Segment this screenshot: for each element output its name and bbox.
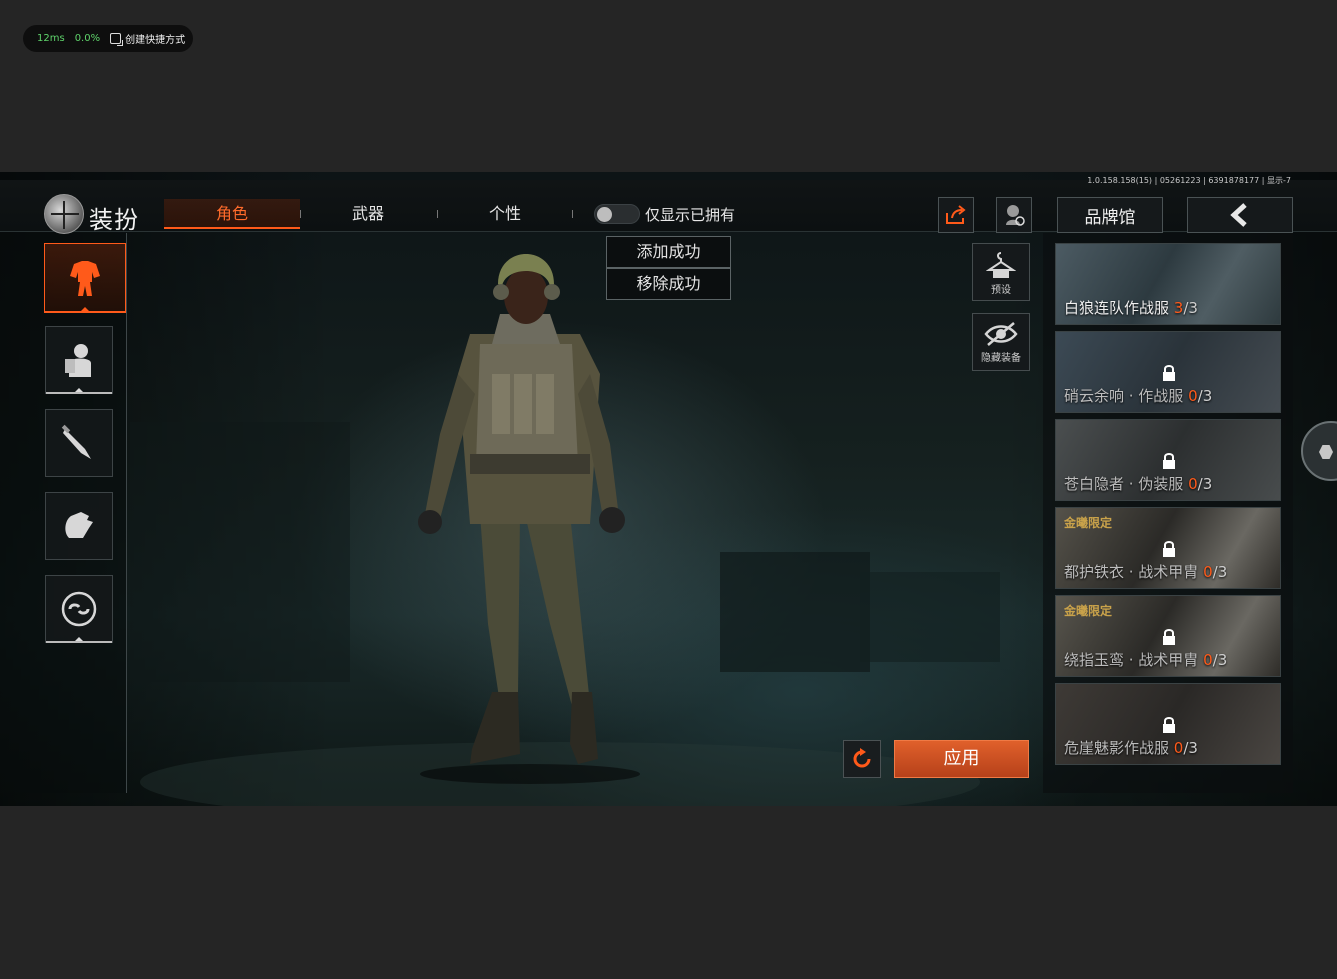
outfit-name: 白狼连队作战服 3/3 [1064,299,1198,317]
category-gloves[interactable] [45,492,113,560]
create-shortcut-label: 创建快捷方式 [125,35,186,46]
cpu-readout: 0.0% [74,33,101,44]
page-title: 装扮 [89,206,139,234]
outfit-name: 绕指玉鸾 · 战术甲胄 0/3 [1064,651,1228,669]
slot-indicator [75,388,83,392]
performance-overlay: 12ms 0.0% 创建快捷方式 [23,25,193,52]
category-sidebar [0,233,127,793]
lock-icon [1163,453,1175,469]
outfit-card[interactable]: 危崖魅影作战服 0/3 [1055,683,1281,765]
outfit-name: 危崖魅影作战服 0/3 [1064,739,1198,757]
toggle-knob [597,207,612,222]
latency-readout: 12ms [37,33,65,44]
tab-weapons[interactable]: 武器 [300,199,436,229]
outfit-icon [70,261,100,296]
shortcut-icon [110,33,124,46]
category-mask[interactable] [45,326,113,394]
lock-icon [1163,629,1175,645]
lock-icon [1163,365,1175,381]
game-viewport: 装扮 角色 武器 个性 仅显示已拥有 品牌馆 1.0.158.158(15) |… [0,172,1337,806]
slot-underline [46,641,112,643]
lock-icon [1163,717,1175,733]
outfit-card[interactable]: 白狼连队作战服 3/3 [1055,243,1281,325]
share-icon [946,205,966,224]
outfit-name: 苍白隐者 · 伪装服 0/3 [1064,475,1213,493]
category-melee[interactable] [45,409,113,477]
outfit-card[interactable]: 硝云余响 · 作战服 0/3 [1055,331,1281,413]
top-navigation-bar: 装扮 角色 武器 个性 仅显示已拥有 品牌馆 [0,180,1337,234]
profile-swap-icon [1006,205,1025,226]
category-outfit[interactable] [44,243,126,313]
apply-button[interactable]: 应用 [894,740,1029,778]
hide-gear-button[interactable]: 隐藏装备 [972,313,1030,371]
slot-underline [46,392,112,394]
limited-tag: 金曦限定 [1064,604,1113,618]
outfit-card[interactable]: 苍白隐者 · 伪装服 0/3 [1055,419,1281,501]
toast-added: 添加成功 [606,236,731,268]
outfit-list: 白狼连队作战服 3/3 硝云余响 · 作战服 0/3 苍白隐者 · 伪装服 0/… [1043,233,1293,793]
outfit-name: 硝云余响 · 作战服 0/3 [1064,387,1213,405]
outfit-card[interactable]: 金曦限定 都护铁衣 · 战术甲胄 0/3 [1055,507,1281,589]
category-accessory[interactable] [45,575,113,643]
slot-indicator [75,637,83,641]
eye-slash-icon [984,321,1018,346]
brand-hall-button[interactable]: 品牌馆 [1057,197,1163,233]
show-owned-toggle[interactable] [594,204,640,224]
share-button[interactable] [938,197,974,233]
link-icon [61,591,97,627]
back-button[interactable] [1187,197,1293,233]
limited-tag: 金曦限定 [1064,516,1113,530]
slot-indicator [81,307,89,311]
toast-removed: 移除成功 [606,268,731,300]
lock-icon [1163,541,1175,557]
tab-personality[interactable]: 个性 [437,199,573,229]
show-owned-label: 仅显示已拥有 [645,206,736,224]
hide-gear-label: 隐藏装备 [981,352,1021,364]
brand-hall-label: 品牌馆 [1084,207,1136,228]
character-model[interactable] [400,244,650,784]
reset-button[interactable] [843,740,881,778]
preset-label: 预设 [991,284,1011,296]
create-shortcut-button[interactable]: 创建快捷方式 [110,31,185,46]
version-string: 1.0.158.158(15) | 05261223 | 6391878177 … [1087,176,1291,185]
globe-logo-icon [44,194,84,234]
chevron-left-icon [1230,203,1247,227]
knife-icon [61,424,91,459]
avatar-swap-button[interactable] [996,197,1032,233]
glove-icon [65,512,93,538]
outfit-card[interactable]: 金曦限定 绕指玉鸾 · 战术甲胄 0/3 [1055,595,1281,677]
refresh-icon [853,748,871,768]
tab-divider [572,210,573,218]
tab-character[interactable]: 角色 [164,199,300,229]
face-mask-icon [65,344,91,377]
slot-underline [45,311,125,313]
preset-button[interactable]: 预设 [972,243,1030,301]
outfit-name: 都护铁衣 · 战术甲胄 0/3 [1064,563,1228,581]
hanger-icon [986,251,1016,278]
